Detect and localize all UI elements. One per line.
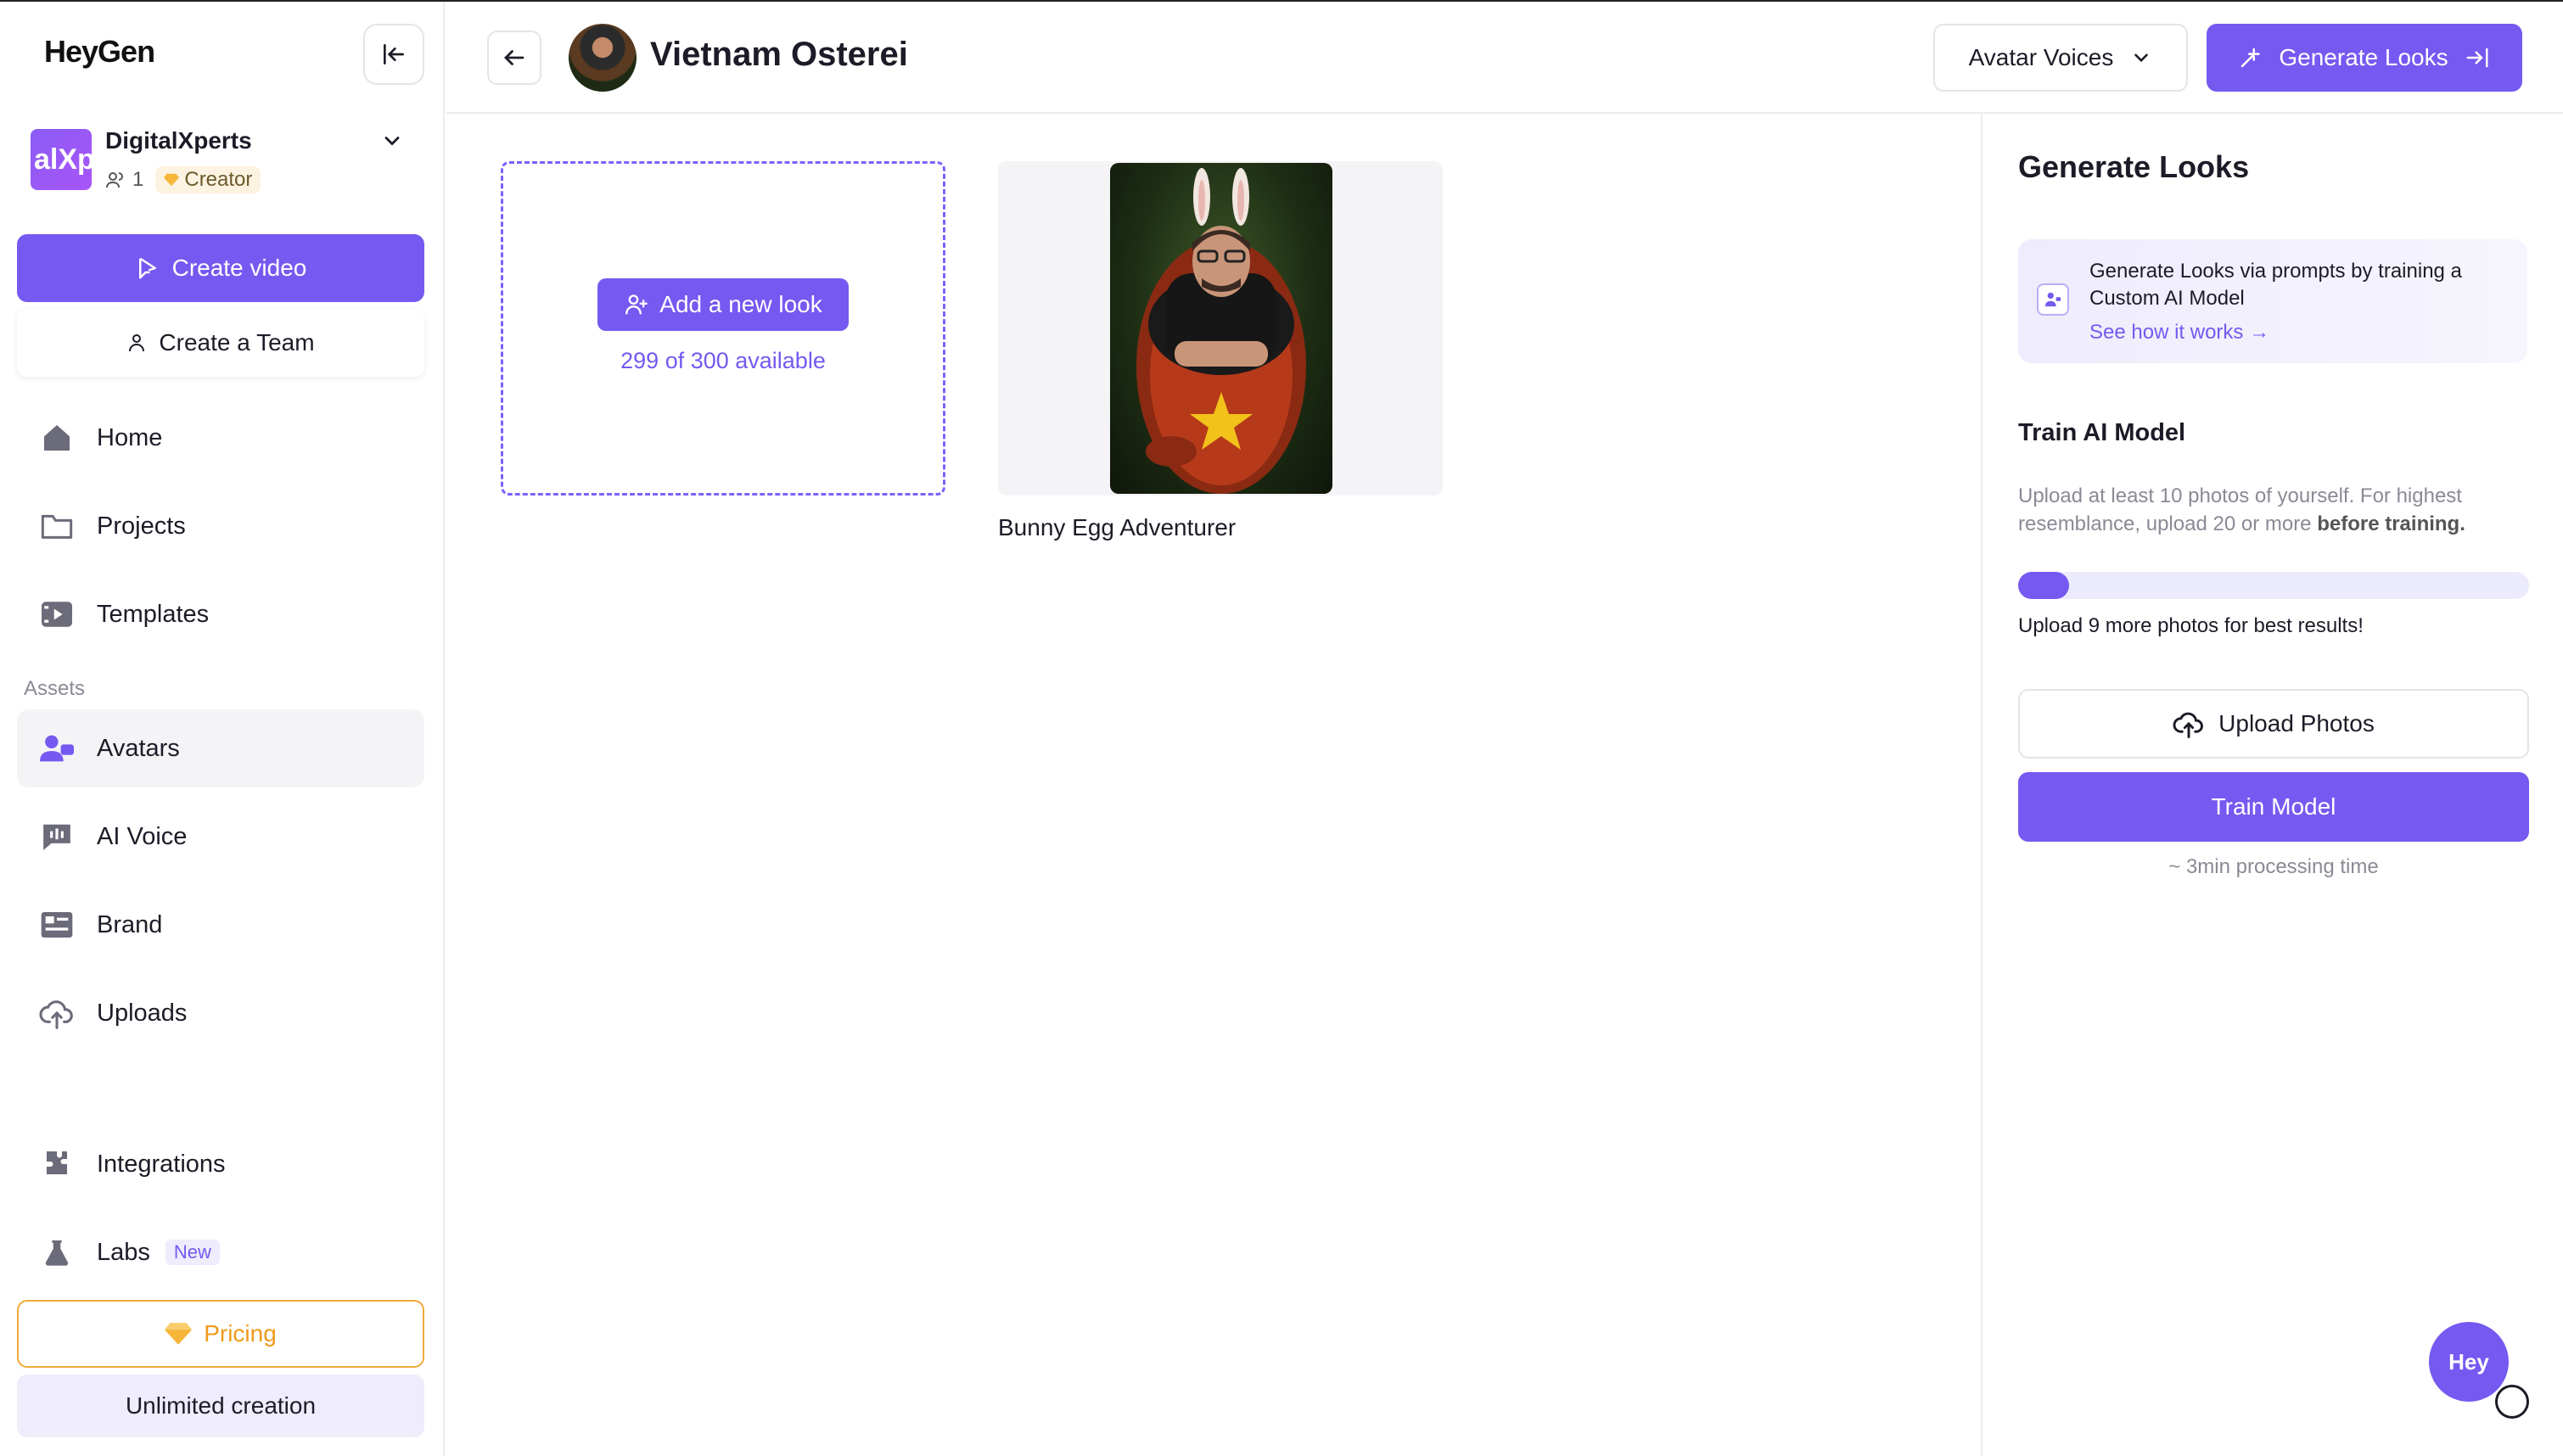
sidebar-item-templates[interactable]: Templates xyxy=(17,575,424,653)
look-title: Bunny Egg Adventurer xyxy=(998,514,1237,540)
collapse-left-icon xyxy=(384,44,404,64)
workspace-name[interactable]: DigitalXperts xyxy=(105,127,252,154)
sidebar-item-label: Labs xyxy=(97,1238,150,1266)
train-model-heading: Train AI Model xyxy=(2018,419,2186,446)
sidebar-item-integrations[interactable]: Integrations xyxy=(17,1125,424,1203)
sidebar-item-label: Templates xyxy=(97,600,210,628)
pricing-label: Pricing xyxy=(204,1320,277,1347)
sidebar-item-label: Home xyxy=(97,423,163,451)
brand-icon xyxy=(39,907,75,943)
plan-badge-label: Creator xyxy=(184,168,253,191)
train-description: Upload at least 10 photos of yourself. F… xyxy=(2018,482,2527,538)
upload-cloud-icon xyxy=(39,995,75,1031)
sidebar-item-label: AI Voice xyxy=(97,822,188,850)
sidebar-item-ai-voice[interactable]: AI Voice xyxy=(17,798,424,876)
back-button[interactable] xyxy=(487,31,541,85)
sidebar-item-uploads[interactable]: Uploads xyxy=(17,974,424,1052)
diamond-icon xyxy=(164,173,180,187)
folder-icon xyxy=(39,508,75,544)
sidebar-item-label: Integrations xyxy=(97,1150,226,1178)
sidebar-item-label: Uploads xyxy=(97,999,188,1027)
sidebar-item-brand[interactable]: Brand xyxy=(17,886,424,964)
info-text: Generate Looks via prompts by training a… xyxy=(2089,260,2462,310)
panel-title: Generate Looks xyxy=(2018,149,2250,184)
looks-availability: 299 of 300 available xyxy=(620,348,826,373)
add-new-look-label: Add a new look xyxy=(659,291,822,317)
arrow-left-icon xyxy=(504,50,524,65)
sidebar-item-projects[interactable]: Projects xyxy=(17,487,424,565)
see-how-it-works-link[interactable]: See how it works → xyxy=(2089,321,2269,344)
sidebar: HeyGen alXp DigitalXperts 1 Creator Crea… xyxy=(0,2,445,1456)
upload-photos-label: Upload Photos xyxy=(2218,710,2375,736)
sidebar-item-avatars[interactable]: Avatars xyxy=(17,709,424,787)
assets-section-label: Assets xyxy=(24,677,86,700)
home-icon xyxy=(39,420,75,456)
heygen-logo[interactable]: HeyGen xyxy=(44,34,155,70)
pricing-button[interactable]: Pricing xyxy=(17,1300,424,1368)
video-cursor-icon xyxy=(138,257,156,279)
sidebar-item-home[interactable]: Home xyxy=(17,399,424,477)
member-count: 1 xyxy=(132,168,144,191)
workspace-avatar[interactable]: alXp xyxy=(31,129,92,190)
avatar-thumbnail xyxy=(569,24,637,92)
upload-progress-bar xyxy=(2018,572,2529,599)
plan-badge: Creator xyxy=(155,166,261,193)
generate-looks-label: Generate Looks xyxy=(2279,44,2448,70)
look-image[interactable] xyxy=(1110,163,1332,494)
unlimited-creation-button[interactable]: Unlimited creation xyxy=(17,1375,424,1437)
workspace-meta: 1 Creator xyxy=(105,166,261,193)
train-model-button[interactable]: Train Model xyxy=(2018,772,2529,842)
generate-looks-button[interactable]: Generate Looks xyxy=(2207,24,2522,92)
chevron-down-icon[interactable] xyxy=(380,129,404,157)
collapse-sidebar-button[interactable] xyxy=(363,24,424,85)
chat-assistant-button[interactable]: Hey xyxy=(2429,1322,2509,1402)
add-person-icon xyxy=(625,294,648,315)
progress-note: Upload 9 more photos for best results! xyxy=(2018,614,2364,637)
puzzle-icon xyxy=(39,1146,75,1182)
create-team-label: Create a Team xyxy=(159,329,315,356)
create-video-label: Create video xyxy=(171,255,307,281)
arrow-right-bar-icon xyxy=(2466,48,2488,68)
processing-time: ~ 3min processing time xyxy=(2168,855,2379,878)
sidebar-item-label: Avatars xyxy=(97,734,180,762)
upload-cloud-icon xyxy=(2173,712,2204,738)
magic-wand-icon xyxy=(2241,48,2260,68)
sidebar-item-label: Projects xyxy=(97,512,186,540)
sidebar-item-labs[interactable]: Labs New xyxy=(17,1213,424,1291)
upload-photos-button[interactable]: Upload Photos xyxy=(2018,689,2529,759)
sidebar-item-label: Brand xyxy=(97,910,163,938)
support-chat-icon[interactable] xyxy=(2495,1385,2529,1419)
custom-model-icon xyxy=(2037,283,2069,316)
create-team-button[interactable]: Create a Team xyxy=(17,309,424,377)
voice-icon xyxy=(39,819,75,854)
templates-icon xyxy=(39,596,75,632)
avatar-icon xyxy=(39,731,75,766)
flask-icon xyxy=(39,1235,75,1270)
page-title: Vietnam Osterei xyxy=(650,36,908,73)
person-icon xyxy=(129,334,145,352)
upload-progress-fill xyxy=(2018,572,2070,599)
members-icon xyxy=(106,172,123,188)
chevron-down-icon xyxy=(2134,53,2149,63)
look-photo xyxy=(1136,168,1306,494)
add-new-look-button[interactable]: Add a new look xyxy=(597,278,849,331)
diamond-icon xyxy=(165,1323,193,1345)
avatar-voices-label: Avatar Voices xyxy=(1968,44,2114,70)
new-badge: New xyxy=(165,1240,220,1265)
avatar-voices-dropdown[interactable]: Avatar Voices xyxy=(1933,24,2188,92)
train-description-bold: before training. xyxy=(2317,512,2465,535)
create-video-button[interactable]: Create video xyxy=(17,234,424,302)
